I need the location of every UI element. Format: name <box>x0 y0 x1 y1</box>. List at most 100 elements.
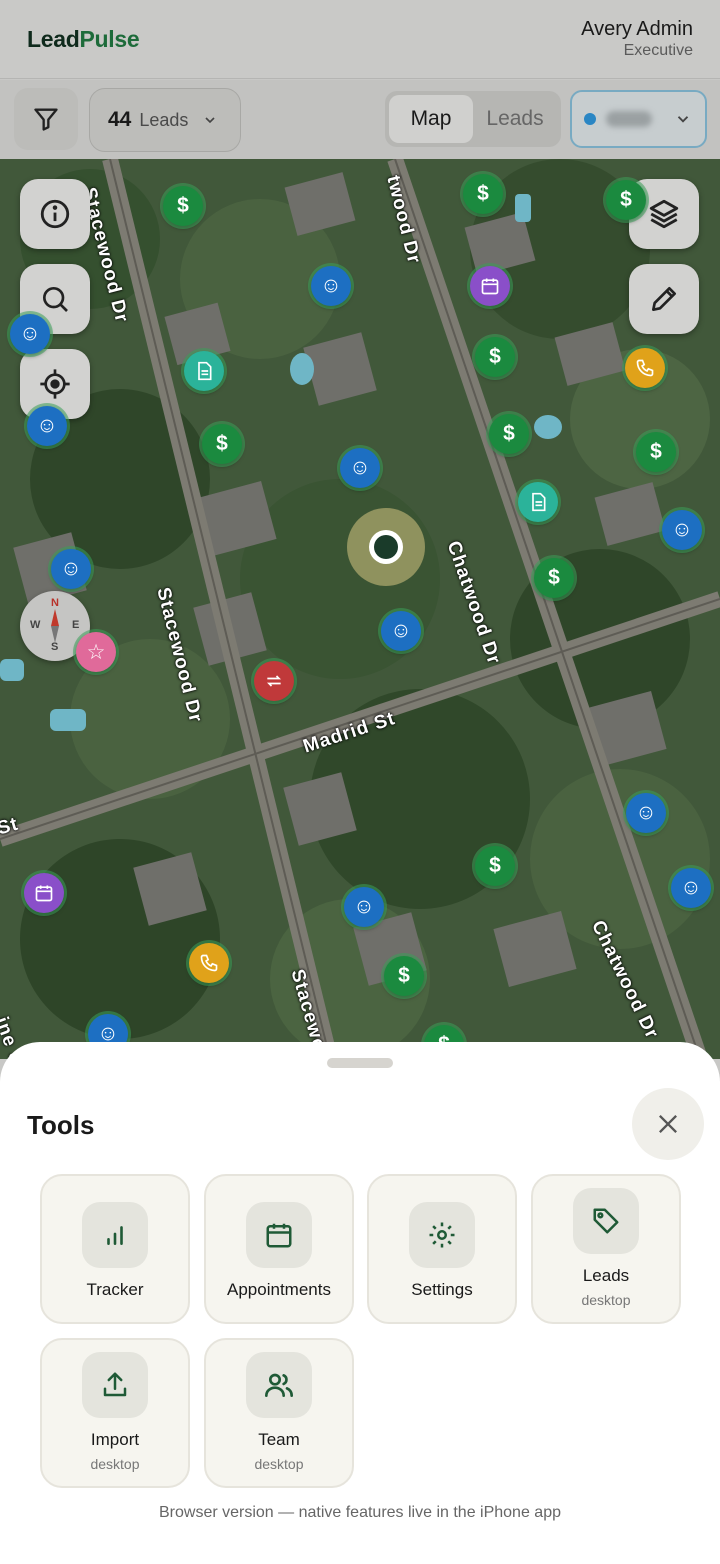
lead-pin-dollar[interactable]: $ <box>463 174 503 214</box>
lead-pin-dollar[interactable]: $ <box>534 558 574 598</box>
upload-icon <box>103 1372 127 1397</box>
lead-pin-smiley[interactable]: ☺ <box>381 611 421 651</box>
compass-n: N <box>51 597 59 609</box>
lead-pin-phone[interactable] <box>625 348 665 388</box>
lead-pin-dollar[interactable]: $ <box>163 186 203 226</box>
team-selector[interactable] <box>570 90 707 148</box>
tool-label: Settings <box>411 1280 473 1299</box>
search-icon <box>43 287 68 312</box>
tool-appointments[interactable]: Appointments <box>204 1174 354 1324</box>
tool-sublabel: desktop <box>581 1292 631 1308</box>
sheet-title: Tools <box>27 1110 95 1140</box>
lead-count: 44 <box>108 108 132 131</box>
tool-icon-tile <box>409 1202 475 1268</box>
user-role: Executive <box>623 42 693 59</box>
document-icon <box>532 492 546 512</box>
view-toggle: Map Leads <box>385 91 561 147</box>
tool-icon-tile <box>82 1202 148 1268</box>
tool-team[interactable]: Team desktop <box>204 1338 354 1488</box>
tool-icon-tile <box>82 1352 148 1418</box>
calendar-icon <box>481 278 499 295</box>
team-status-dot <box>584 113 596 125</box>
close-icon <box>659 1115 677 1133</box>
chevron-down-icon <box>205 117 215 124</box>
tool-settings[interactable]: Settings <box>367 1174 517 1324</box>
lead-pin-dollar[interactable]: $ <box>489 414 529 454</box>
tool-leads[interactable]: Leads desktop <box>531 1174 681 1324</box>
map-toolbar: 44 Leads Map Leads <box>0 80 720 159</box>
lead-pin-smiley[interactable]: ☺ <box>27 406 67 446</box>
filter-icon <box>34 108 58 131</box>
lead-pin-dollar[interactable]: $ <box>384 956 424 996</box>
compass-needle-icon <box>51 609 59 643</box>
app-screen: LeadPulse Avery Admin Executive 44 Leads… <box>0 0 720 1564</box>
tool-label: Leads <box>582 1266 630 1285</box>
lead-pin-dollar[interactable]: $ <box>475 337 515 377</box>
current-location-marker <box>347 508 425 586</box>
app-header: LeadPulse Avery Admin Executive <box>0 0 720 79</box>
lead-pin-star[interactable]: ☆ <box>76 632 116 672</box>
sheet-grabber[interactable] <box>327 1058 393 1068</box>
tool-sublabel: desktop <box>254 1456 304 1472</box>
brand-name-part2: Pulse <box>79 26 140 52</box>
compass-w: W <box>30 619 41 631</box>
tool-label: Team <box>258 1430 300 1449</box>
tag-icon <box>593 1208 619 1234</box>
phone-icon <box>636 359 654 377</box>
calendar-icon <box>35 885 53 902</box>
lead-pin-smiley[interactable]: ☺ <box>340 448 380 488</box>
info-button[interactable] <box>20 179 90 249</box>
bar-chart-icon <box>107 1226 123 1245</box>
filter-button[interactable] <box>14 88 78 150</box>
tool-sublabel: desktop <box>90 1456 140 1472</box>
lead-pin-smiley[interactable]: ☺ <box>311 266 351 306</box>
swap-icon <box>266 675 282 687</box>
tool-icon-tile <box>246 1352 312 1418</box>
lead-pin-dollar[interactable]: $ <box>202 424 242 464</box>
lead-pin-document[interactable] <box>184 351 224 391</box>
view-option-leads[interactable]: Leads <box>473 95 557 143</box>
layers-icon <box>649 199 679 229</box>
lead-pin-dollar[interactable]: $ <box>606 180 646 220</box>
browser-footnote: Browser version — native features live i… <box>159 1504 561 1521</box>
close-button[interactable] <box>632 1088 704 1160</box>
user-name: Avery Admin <box>581 18 693 40</box>
lead-pin-dollar[interactable]: $ <box>475 846 515 886</box>
draw-button[interactable] <box>629 264 699 334</box>
lead-pin-smiley[interactable]: ☺ <box>626 793 666 833</box>
calendar-icon <box>266 1223 292 1248</box>
lead-pin-document[interactable] <box>518 482 558 522</box>
satellite-map[interactable]: Stacewood Dr twood Dr Stacewood Dr Chatw… <box>0 159 720 1059</box>
lead-pin-calendar[interactable] <box>470 266 510 306</box>
lead-pin-smiley[interactable]: ☺ <box>344 887 384 927</box>
tool-icon-tile <box>246 1202 312 1268</box>
tool-label: Appointments <box>227 1280 331 1299</box>
tool-label: Import <box>90 1430 140 1449</box>
team-name-redacted <box>606 111 652 127</box>
brand-logo: LeadPulse <box>27 26 140 53</box>
view-option-map[interactable]: Map <box>389 95 473 143</box>
info-icon <box>40 199 70 229</box>
tool-label: Tracker <box>86 1280 144 1299</box>
lead-pin-smiley[interactable]: ☺ <box>662 510 702 550</box>
lead-pin-phone[interactable] <box>189 943 229 983</box>
tool-icon-tile <box>573 1188 639 1254</box>
lead-pin-calendar[interactable] <box>24 873 64 913</box>
compass-e: E <box>72 619 80 631</box>
user-info[interactable]: Avery Admin Executive <box>581 17 693 61</box>
pencil-icon <box>652 287 676 311</box>
lead-pin-smiley[interactable]: ☺ <box>671 868 711 908</box>
tool-import[interactable]: Import desktop <box>40 1338 190 1488</box>
lead-pin-smiley[interactable]: ☺ <box>10 314 50 354</box>
lead-pin-dollar[interactable]: $ <box>636 432 676 472</box>
gear-icon <box>429 1222 455 1248</box>
lead-count-label: Leads <box>139 109 189 130</box>
tool-tracker[interactable]: Tracker <box>40 1174 190 1324</box>
brand-name-part1: Lead <box>27 26 80 52</box>
lead-count-dropdown[interactable]: 44 Leads <box>89 88 241 152</box>
tools-sheet: Tools Tracker Appointments Settings Lead… <box>0 1042 720 1564</box>
lead-pin-smiley[interactable]: ☺ <box>51 549 91 589</box>
crosshair-icon <box>40 369 70 399</box>
users-icon <box>265 1373 293 1397</box>
lead-pin-swap[interactable] <box>254 661 294 701</box>
